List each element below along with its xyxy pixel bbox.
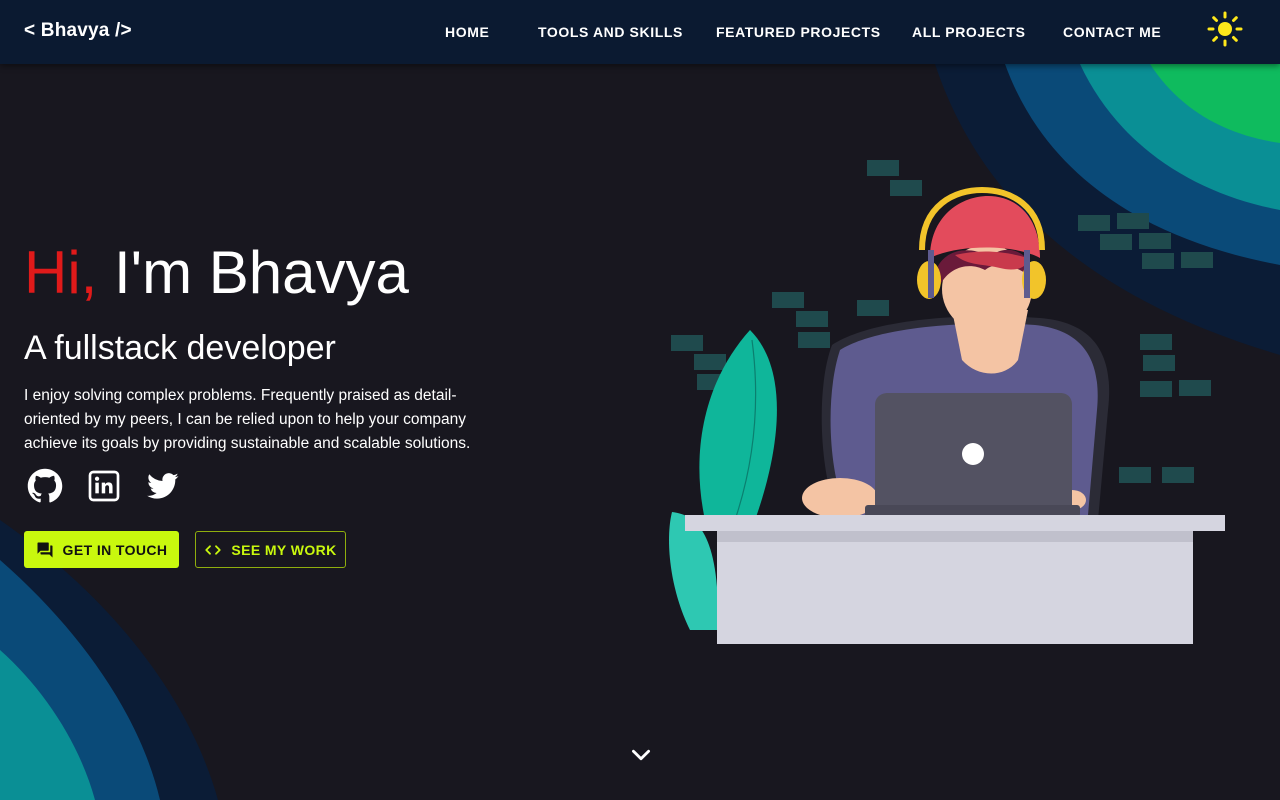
nav-home[interactable]: HOME — [445, 24, 489, 40]
theme-toggle-button[interactable] — [1206, 10, 1244, 48]
hero-subtitle: A fullstack developer — [24, 329, 336, 367]
nav-featured-projects[interactable]: FEATURED PROJECTS — [716, 24, 881, 40]
github-link[interactable] — [25, 466, 65, 506]
developer-illustration — [669, 160, 1225, 644]
hero-description: I enjoy solving complex problems. Freque… — [24, 387, 471, 452]
logo-link[interactable]: < Bhavya /> — [24, 20, 132, 42]
code-icon — [205, 544, 222, 555]
get-in-touch-button[interactable]: GET IN TOUCH — [24, 531, 179, 568]
linkedin-link[interactable] — [84, 466, 124, 506]
get-in-touch-label: GET IN TOUCH — [62, 541, 168, 558]
see-my-work-button[interactable]: SEE MY WORK — [195, 531, 346, 568]
nav-contact-me[interactable]: CONTACT ME — [1063, 24, 1161, 40]
twitter-link[interactable] — [143, 466, 183, 506]
chevron-down-icon — [632, 749, 650, 761]
top-navbar: < Bhavya /> HOME TOOLS AND SKILLS FEATUR… — [0, 0, 1280, 64]
linkedin-icon — [88, 470, 120, 502]
github-icon — [27, 468, 63, 503]
nav-tools-and-skills[interactable]: TOOLS AND SKILLS — [538, 24, 683, 40]
scroll-down-button[interactable] — [628, 742, 654, 768]
twitter-icon — [147, 473, 179, 499]
sun-icon — [1207, 11, 1243, 47]
hero-greeting: Hi, I'm Bhavya — [24, 238, 409, 307]
greeting-hi: Hi, — [24, 239, 98, 306]
chat-icon — [37, 542, 53, 557]
see-my-work-label: SEE MY WORK — [231, 541, 337, 558]
nav-all-projects[interactable]: ALL PROJECTS — [912, 24, 1026, 40]
greeting-name: I'm Bhavya — [97, 239, 409, 306]
